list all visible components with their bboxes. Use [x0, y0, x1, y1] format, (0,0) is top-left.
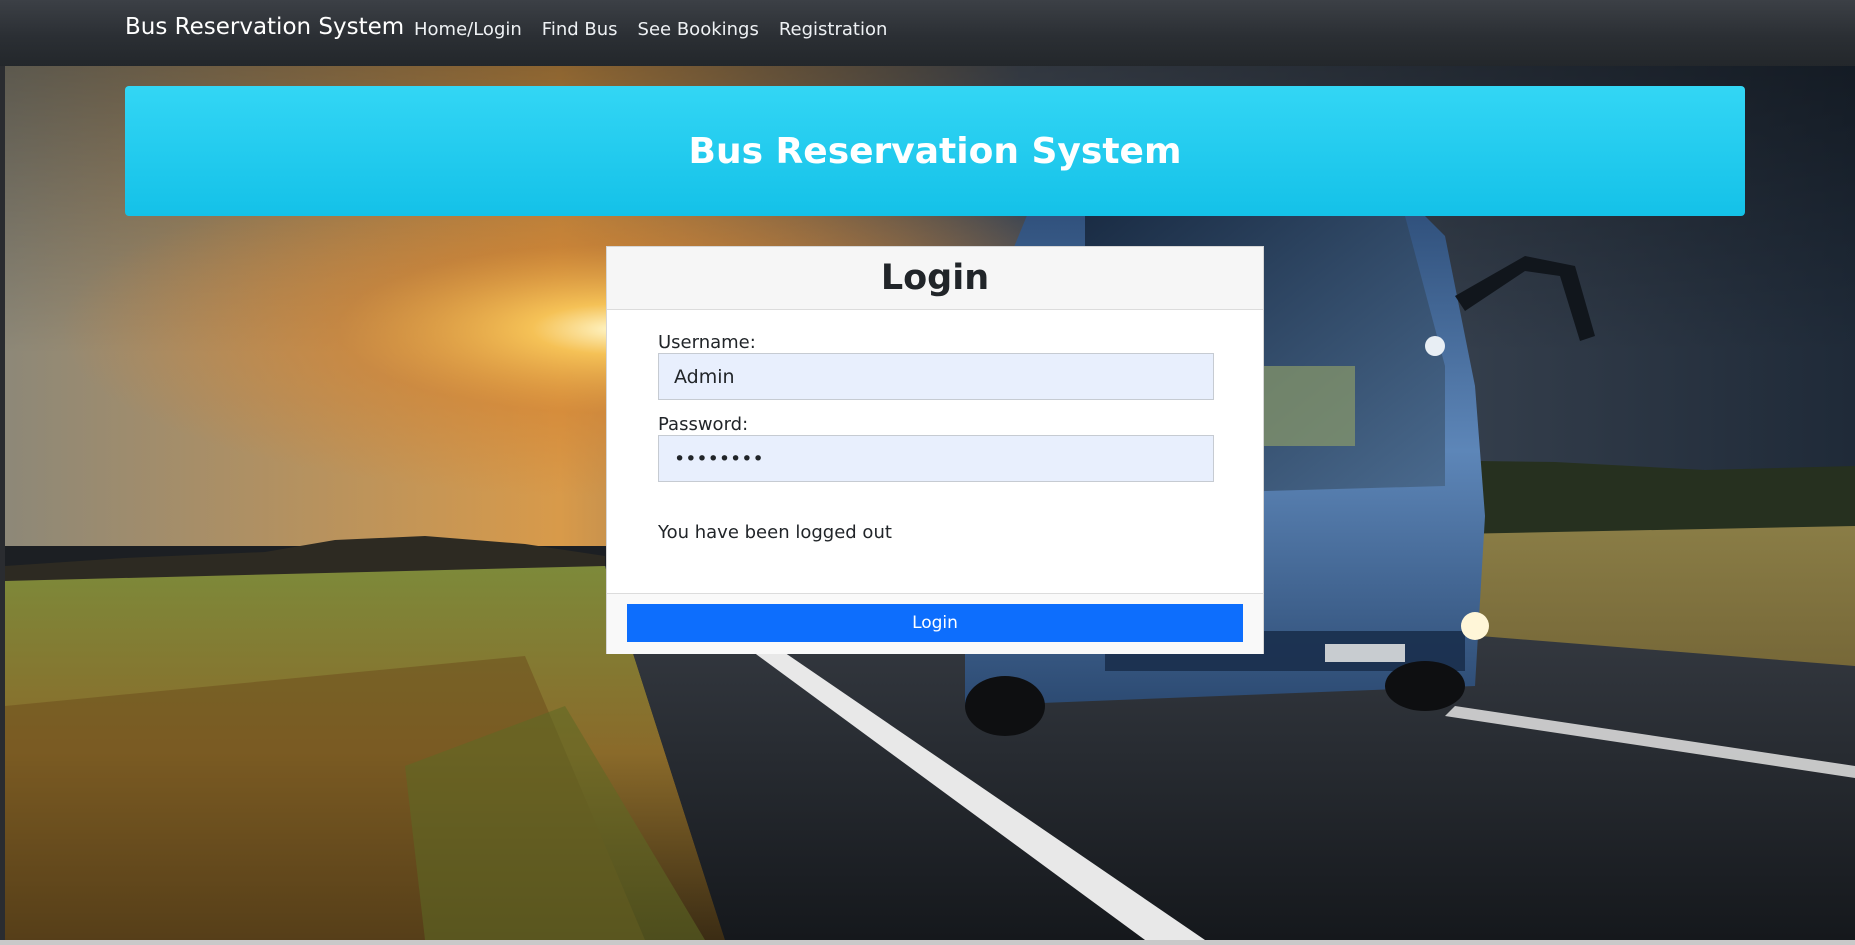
login-button[interactable]: Login: [627, 604, 1243, 642]
login-card: Login Username: Password: You have been …: [606, 246, 1264, 654]
username-input[interactable]: [658, 353, 1214, 400]
header-banner: Bus Reservation System: [125, 86, 1745, 216]
nav-link-see-bookings[interactable]: See Bookings: [638, 19, 759, 40]
banner-title: Bus Reservation System: [688, 130, 1182, 172]
nav-link-home-login[interactable]: Home/Login: [414, 19, 522, 40]
page: Bus Reservation System Home/Login Find B…: [0, 0, 1855, 945]
logout-status-message: You have been logged out: [658, 522, 892, 543]
login-card-footer: Login: [607, 593, 1263, 654]
password-input[interactable]: [658, 435, 1214, 482]
nav-link-find-bus[interactable]: Find Bus: [542, 19, 618, 40]
login-card-body: Username: Password: You have been logged…: [607, 310, 1263, 594]
navbar: Bus Reservation System Home/Login Find B…: [0, 0, 1855, 66]
navbar-brand[interactable]: Bus Reservation System: [125, 14, 404, 40]
password-label: Password:: [658, 414, 749, 435]
login-card-header: Login: [607, 247, 1263, 310]
username-label: Username:: [658, 332, 756, 353]
nav-links: Home/Login Find Bus See Bookings Registr…: [414, 19, 887, 40]
window-bottom-edge: [0, 940, 1855, 945]
nav-link-registration[interactable]: Registration: [779, 19, 888, 40]
login-title: Login: [880, 258, 990, 298]
